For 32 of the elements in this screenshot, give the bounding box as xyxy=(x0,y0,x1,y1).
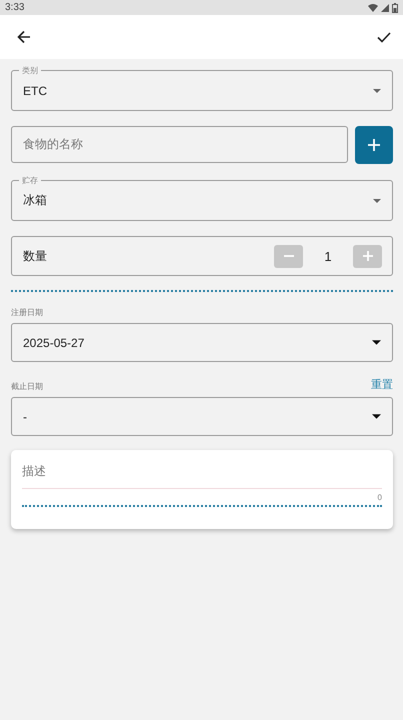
check-icon[interactable] xyxy=(377,32,391,42)
field-value: - xyxy=(23,410,28,424)
field-label: 截止日期 xyxy=(11,381,43,392)
field-label: 数量 xyxy=(23,248,48,264)
dropdown-caret-icon xyxy=(373,198,381,202)
minus-icon xyxy=(284,255,294,257)
field-value: ETC xyxy=(23,84,48,98)
placeholder-text: 食物的名称 xyxy=(23,136,83,153)
dropdown-caret-icon xyxy=(372,340,381,345)
battery-icon xyxy=(392,2,398,12)
input-field[interactable]: 食物的名称 xyxy=(11,126,348,163)
plus-icon xyxy=(368,139,380,151)
wifi-icon xyxy=(368,4,378,12)
status-time: 3:33 xyxy=(5,2,24,13)
field-label: 类别 xyxy=(19,65,41,76)
date-field[interactable]: - xyxy=(11,397,393,436)
character-counter: 0 xyxy=(378,493,382,502)
field-label: 注册日期 xyxy=(11,307,43,318)
description-field[interactable]: 描述 xyxy=(22,461,382,489)
placeholder-text: 描述 xyxy=(22,463,46,480)
dropdown-caret-icon xyxy=(373,88,381,92)
field-label: 贮存 xyxy=(19,175,41,186)
field-value: 2025-05-27 xyxy=(23,336,86,350)
signal-icon xyxy=(381,4,389,12)
add-button[interactable] xyxy=(355,126,393,164)
field-value: 冰箱 xyxy=(23,192,48,209)
date-field[interactable]: 2025-05-27 xyxy=(11,323,393,362)
quantity-value: 1 xyxy=(323,248,333,264)
plus-icon xyxy=(362,251,372,261)
dropdown-caret-icon xyxy=(372,414,381,419)
reset-link[interactable]: 重置 xyxy=(371,377,393,392)
back-icon[interactable] xyxy=(17,30,31,44)
